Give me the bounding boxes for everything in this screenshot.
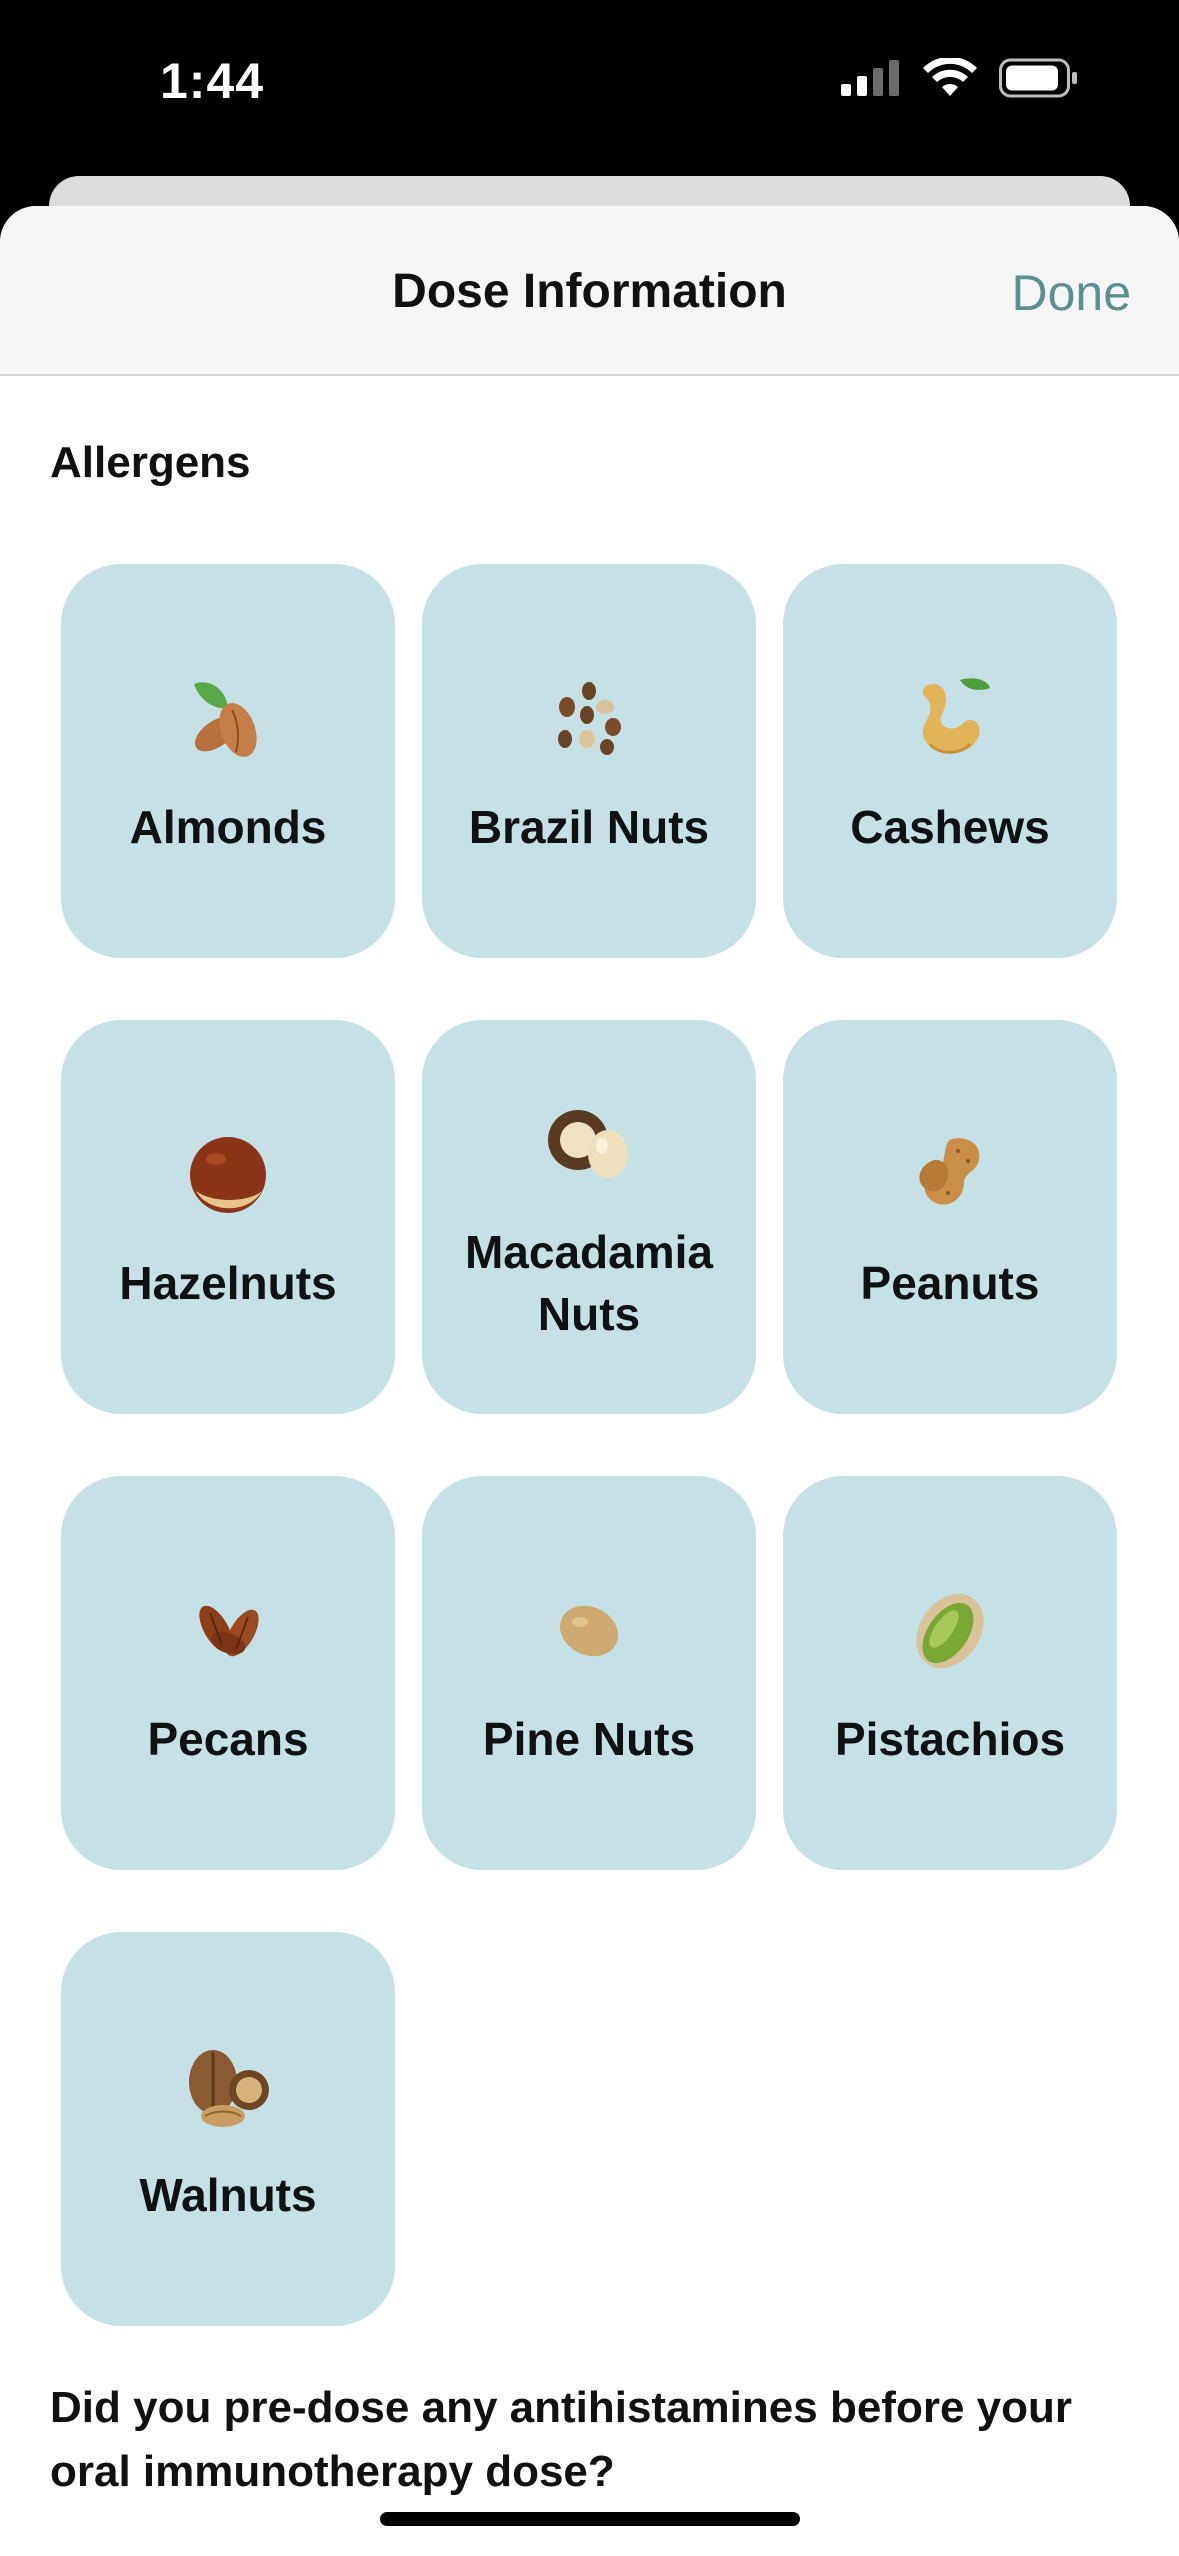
allergen-label: Pine Nuts: [482, 1713, 696, 1765]
allergen-tile-macadamia-nuts[interactable]: Macadamia Nuts: [422, 1020, 756, 1414]
allergen-tile-cashews[interactable]: Cashews: [783, 564, 1117, 958]
allergen-tile-hazelnuts[interactable]: Hazelnuts: [61, 1020, 395, 1414]
pistachio-icon: [895, 1576, 1005, 1686]
macadamia-nut-icon: [534, 1089, 644, 1199]
page-title: Dose Information: [392, 265, 787, 318]
battery-icon: [999, 58, 1079, 103]
status-icons: [841, 56, 1079, 103]
almond-icon: [173, 664, 283, 774]
allergen-label: Hazelnuts: [119, 1257, 337, 1309]
allergen-tile-pine-nuts[interactable]: Pine Nuts: [422, 1476, 756, 1870]
navigation-bar: Dose Information Done: [0, 206, 1179, 376]
allergens-section-title: Allergens: [50, 438, 251, 487]
allergen-tile-almonds[interactable]: Almonds: [61, 564, 395, 958]
allergen-label: Brazil Nuts: [468, 801, 710, 853]
antihistamine-question: Did you pre-dose any antihistamines befo…: [50, 2383, 1072, 2496]
home-indicator: [380, 2512, 800, 2526]
allergen-label: Almonds: [129, 801, 327, 853]
hazelnut-icon: [173, 1120, 283, 1230]
walnut-icon: [173, 2032, 283, 2142]
allergen-tile-walnuts[interactable]: Walnuts: [61, 1932, 395, 2326]
allergen-tile-brazil-nuts[interactable]: Brazil Nuts: [422, 564, 756, 958]
peanut-icon: [895, 1120, 1005, 1230]
allergen-label: Peanuts: [860, 1257, 1040, 1309]
allergen-label: Macadamia Nuts: [464, 1226, 713, 1340]
allergen-label: Pistachios: [834, 1713, 1066, 1765]
done-button[interactable]: Done: [1011, 264, 1131, 322]
allergen-label: Walnuts: [139, 2169, 317, 2221]
allergen-label: Cashews: [850, 801, 1050, 853]
cellular-signal-icon: [841, 60, 901, 101]
pine-nut-icon: [534, 1576, 644, 1686]
allergen-grid: Almonds Brazil Nuts Cashews Hazelnuts Ma…: [61, 564, 1119, 2326]
pecan-icon: [173, 1576, 283, 1686]
allergen-tile-pecans[interactable]: Pecans: [61, 1476, 395, 1870]
dose-information-sheet: Dose Information Done Allergens Almonds: [0, 206, 1179, 2556]
status-bar: 1:44: [0, 0, 1179, 175]
brazil-nut-icon: [534, 664, 644, 774]
allergen-label: Pecans: [147, 1713, 309, 1765]
status-time: 1:44: [160, 53, 265, 109]
allergen-tile-peanuts[interactable]: Peanuts: [783, 1020, 1117, 1414]
cashew-icon: [895, 664, 1005, 774]
allergen-tile-pistachios[interactable]: Pistachios: [783, 1476, 1117, 1870]
wifi-icon: [923, 56, 977, 103]
